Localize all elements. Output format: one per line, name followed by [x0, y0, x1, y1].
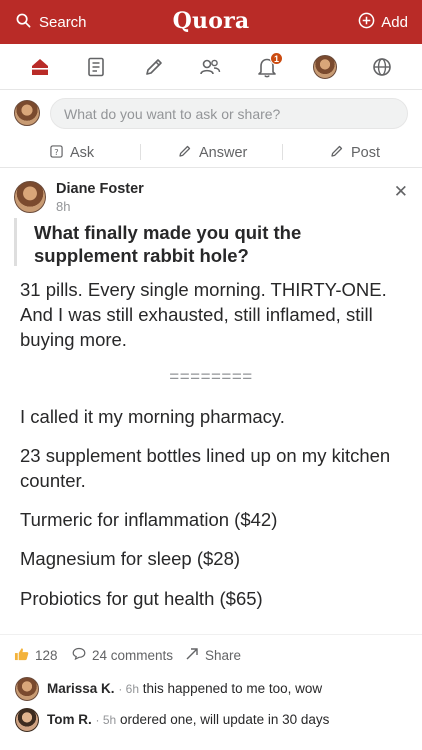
notifications-bell-icon[interactable]: 1: [254, 52, 283, 80]
add-label: Add: [381, 14, 408, 31]
post-button[interactable]: Post: [330, 143, 380, 163]
comment-time: 6h: [125, 682, 140, 696]
divider: [282, 144, 283, 160]
answer-label: Answer: [199, 145, 248, 161]
author-avatar[interactable]: [14, 181, 46, 213]
avatar: [313, 55, 337, 79]
add-button[interactable]: Add: [358, 12, 408, 33]
post-label: Post: [351, 145, 381, 161]
ask-label: Ask: [70, 145, 95, 161]
share-button[interactable]: Share: [185, 647, 241, 664]
comment-body: ordered one, will update in 30 days: [119, 712, 330, 727]
post-footer: 128 24 comments Share: [0, 634, 422, 674]
pencil-icon[interactable]: [141, 54, 167, 80]
author-name[interactable]: Diane Foster: [56, 181, 144, 197]
profile-avatar[interactable]: [312, 54, 338, 80]
close-icon[interactable]: ✕: [394, 182, 408, 202]
question-title[interactable]: What finally made you quit the supplemen…: [34, 221, 406, 267]
post-paragraph: 31 pills. Every single morning. THIRTY-O…: [20, 279, 387, 350]
home-icon[interactable]: [27, 54, 53, 80]
post-paragraph: Probiotics for gut health ($65): [20, 588, 263, 609]
post-paragraph: 23 supplement bottles lined up on my kit…: [20, 445, 391, 491]
comments-button[interactable]: 24 comments: [72, 647, 173, 663]
divider: [140, 144, 141, 160]
commenter-name[interactable]: Marissa K.: [47, 681, 115, 696]
pencil-icon: [178, 144, 192, 162]
post-paragraph: Magnesium for sleep ($28): [20, 548, 241, 569]
section-divider: ========: [169, 367, 253, 386]
commenter-avatar: [15, 677, 39, 701]
following-icon[interactable]: [83, 54, 109, 80]
question-box-icon: ?: [50, 144, 63, 162]
comment-icon: [72, 647, 86, 663]
comment-time: 5h: [102, 713, 117, 727]
action-row: ? Ask Answer Post: [0, 138, 422, 168]
share-arrow-icon: [185, 647, 199, 664]
comment-item[interactable]: Tom R. · 5h ordered one, will update in …: [0, 706, 422, 734]
share-label: Share: [205, 648, 242, 663]
post-paragraph: I called it my morning pharmacy.: [20, 406, 285, 427]
globe-icon[interactable]: [369, 54, 395, 80]
question-quote-bar: [14, 218, 17, 266]
ask-row: What do you want to ask or share?: [0, 90, 422, 138]
comment-text-line: Marissa K. · 6h this happened to me too,…: [47, 681, 323, 696]
svg-text:?: ?: [54, 146, 58, 156]
user-avatar: [14, 100, 40, 126]
comment-body: this happened to me too, wow: [142, 681, 323, 696]
spaces-icon[interactable]: [197, 54, 223, 80]
answer-button[interactable]: Answer: [178, 143, 247, 163]
nav-bar: 1: [0, 44, 422, 90]
ask-input[interactable]: What do you want to ask or share?: [50, 98, 408, 129]
thumbs-up-icon: [14, 647, 29, 664]
pencil-icon: [330, 144, 344, 162]
ask-button[interactable]: ? Ask: [50, 143, 94, 163]
commenter-avatar: [15, 708, 39, 732]
upvote-button[interactable]: 128: [14, 647, 58, 664]
post-paragraph: Turmeric for inflammation ($42): [20, 509, 278, 530]
post-time: 8h: [56, 199, 71, 214]
upvote-count: 128: [35, 648, 58, 663]
top-bar: Search Quora Add: [0, 0, 422, 44]
plus-circle-icon: [358, 12, 375, 33]
comments-count: 24 comments: [92, 647, 174, 663]
comment-text-line: Tom R. · 5h ordered one, will update in …: [47, 712, 330, 727]
commenter-name[interactable]: Tom R.: [47, 712, 92, 727]
notification-badge: 1: [270, 52, 283, 65]
comment-item[interactable]: Marissa K. · 6h this happened to me too,…: [0, 675, 422, 703]
